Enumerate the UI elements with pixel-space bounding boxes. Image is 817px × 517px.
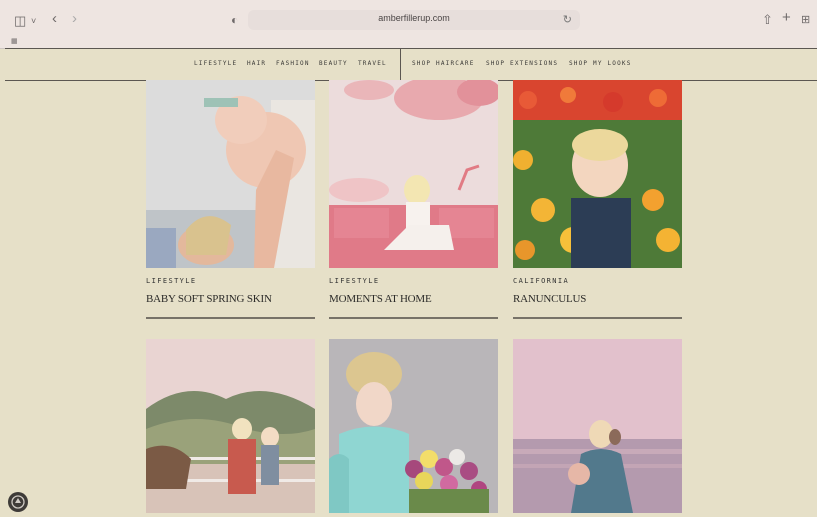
post-title[interactable]: BABY SOFT SPRING SKIN — [146, 293, 272, 305]
post-divider — [146, 317, 315, 319]
post-image-hills-horse[interactable] — [146, 339, 315, 513]
browser-toolbar: ◫ ˅ ‹ › ▦ ◐ amberfillerup.com ↻ ⇧ + ⊞ — [0, 0, 817, 49]
sidebar-toggle-icon[interactable]: ◫ — [14, 14, 26, 28]
post-image-beach-sunset[interactable] — [513, 339, 682, 513]
nav-travel[interactable]: TRAVEL — [358, 60, 387, 67]
accessibility-button[interactable] — [8, 492, 28, 512]
tab-overview-small-icon[interactable]: ▦ — [11, 35, 18, 49]
post-divider — [513, 317, 682, 319]
site-nav: LIFESTYLE HAIR FASHION BEAUTY TRAVEL SHO… — [5, 48, 817, 81]
new-tab-icon[interactable]: + — [782, 10, 791, 25]
post-title[interactable]: MOMENTS AT HOME — [329, 293, 432, 305]
nav-shop-haircare[interactable]: SHOP HAIRCARE — [412, 60, 475, 67]
post-category: LIFESTYLE — [146, 277, 197, 285]
nav-beauty[interactable]: BEAUTY — [319, 60, 348, 67]
chevron-down-icon[interactable]: ˅ — [31, 14, 36, 28]
nav-fashion[interactable]: FASHION — [276, 60, 310, 67]
post-image-ranunculus[interactable] — [513, 80, 682, 268]
accessibility-icon — [11, 495, 25, 509]
privacy-shield-icon[interactable]: ◐ — [231, 13, 238, 27]
address-bar[interactable]: amberfillerup.com ↻ — [248, 10, 580, 30]
post-image-tulips[interactable] — [329, 339, 498, 513]
nav-divider — [400, 49, 401, 80]
share-icon[interactable]: ⇧ — [762, 13, 773, 27]
post-title[interactable]: RANUNCULUS — [513, 293, 586, 305]
url-text: amberfillerup.com — [378, 13, 450, 23]
nav-shop-extensions[interactable]: SHOP EXTENSIONS — [486, 60, 558, 67]
post-category: CALIFORNIA — [513, 277, 570, 285]
nav-lifestyle[interactable]: LIFESTYLE — [194, 60, 237, 67]
post-divider — [329, 317, 498, 319]
tab-overview-icon[interactable]: ⊞ — [801, 13, 810, 27]
post-category: LIFESTYLE — [329, 277, 380, 285]
post-image-moments-at-home[interactable] — [329, 80, 498, 268]
nav-hair[interactable]: HAIR — [247, 60, 266, 67]
back-icon[interactable]: ‹ — [52, 11, 57, 26]
forward-icon[interactable]: › — [72, 11, 77, 26]
post-image-baby-soft-spring-skin[interactable] — [146, 80, 315, 268]
nav-shop-my-looks[interactable]: SHOP MY LOOKS — [569, 60, 632, 67]
reload-icon[interactable]: ↻ — [563, 13, 572, 26]
